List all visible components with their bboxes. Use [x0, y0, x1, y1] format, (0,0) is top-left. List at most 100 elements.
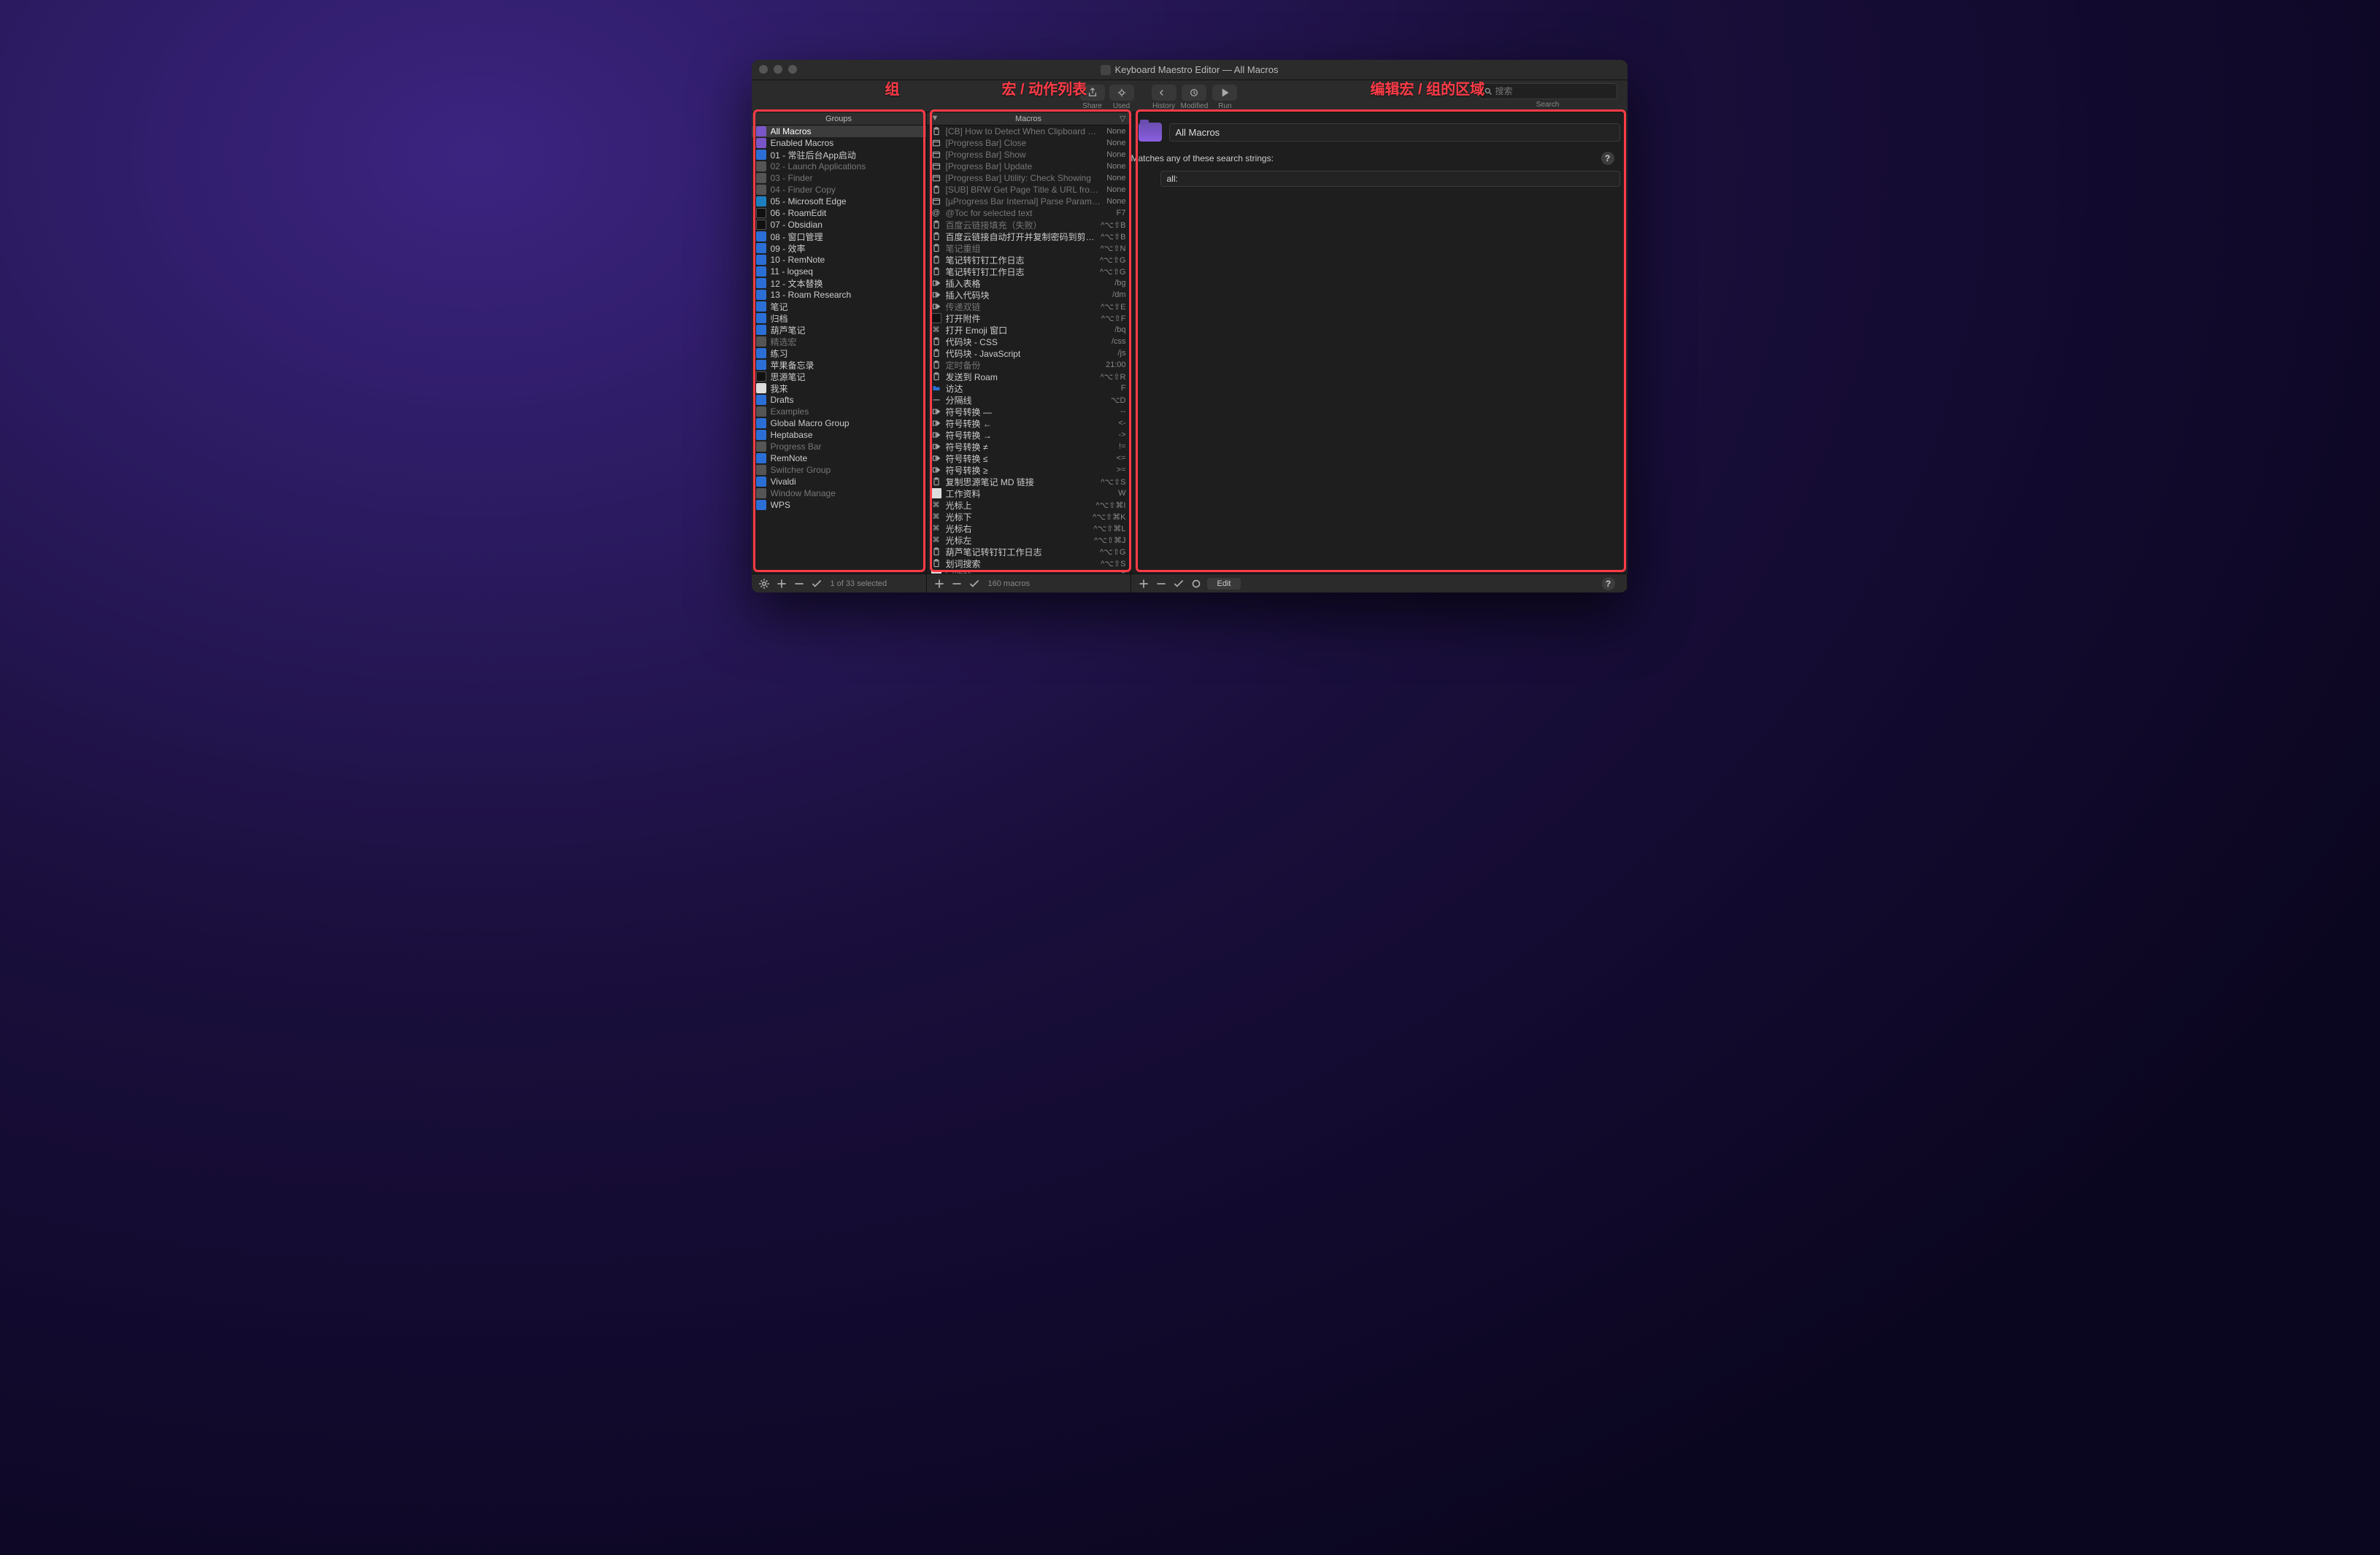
group-item[interactable]: RemNote [752, 452, 926, 464]
group-item[interactable]: 11 - logseq [752, 266, 926, 277]
traffic-lights[interactable] [759, 65, 797, 74]
used-button[interactable]: Used [1109, 85, 1134, 110]
add-action-button[interactable] [1137, 577, 1150, 590]
macro-item[interactable]: 笔记转钉钉工作日志^⌥⇧G [927, 254, 1131, 266]
maximize-window[interactable] [788, 65, 797, 74]
macro-item[interactable]: 定时备份21:00 [927, 359, 1131, 371]
macro-item[interactable]: 符号转换 ←<- [927, 417, 1131, 429]
group-item[interactable]: Heptabase [752, 429, 926, 441]
group-item[interactable]: 12 - 文本替换 [752, 277, 926, 289]
macro-item[interactable]: 分隔线⌥D [927, 394, 1131, 406]
macro-item[interactable]: [µProgress Bar Internal] Parse Parameter… [927, 196, 1131, 207]
group-item[interactable]: WPS [752, 499, 926, 511]
macro-item[interactable]: 符号转换 →-> [927, 429, 1131, 441]
macro-item[interactable]: [CB] How to Detect When Clipboard Has Ch… [927, 126, 1131, 137]
add-group-button[interactable] [775, 577, 788, 590]
group-item[interactable]: 笔记 [752, 301, 926, 312]
edit-button[interactable]: Edit [1207, 578, 1241, 590]
group-item[interactable]: 归档 [752, 312, 926, 324]
macro-item[interactable]: 插入表格/bg [927, 277, 1131, 289]
macro-item[interactable]: 复制思源笔记 MD 链接^⌥⇧S [927, 476, 1131, 487]
macro-item[interactable]: 百度云链接填充（失败）^⌥⇧B [927, 219, 1131, 231]
macro-item[interactable]: ⌘光标左^⌥⇧⌘J [927, 534, 1131, 546]
remove-action-button[interactable] [1155, 577, 1168, 590]
macro-item[interactable]: [Progress Bar] CloseNone [927, 137, 1131, 149]
modified-button[interactable]: Modified [1181, 85, 1209, 110]
group-item[interactable]: 02 - Launch Applications [752, 161, 926, 172]
group-item[interactable]: 06 - RoamEdit [752, 207, 926, 219]
macro-item[interactable]: [Progress Bar] Utility: Check ShowingNon… [927, 172, 1131, 184]
enable-group-toggle[interactable] [810, 577, 823, 590]
enable-macro-toggle[interactable] [968, 577, 981, 590]
groups-list[interactable]: All MacrosEnabled Macros01 - 常驻后台App启动02… [752, 126, 926, 574]
group-item[interactable]: All Macros [752, 126, 926, 137]
macro-item[interactable]: @@Toc for selected textF7 [927, 207, 1131, 219]
help-button[interactable]: ? [1601, 152, 1614, 165]
search-string-field[interactable]: all: [1160, 171, 1620, 187]
macro-item[interactable]: 符号转换 ≠!= [927, 441, 1131, 452]
gear-icon[interactable] [758, 577, 771, 590]
macro-item[interactable]: 符号转换 ≤<= [927, 452, 1131, 464]
group-item[interactable]: 苹果备忘录 [752, 359, 926, 371]
sort-icon[interactable]: ▽ [1120, 114, 1125, 123]
macro-item[interactable]: ⌘光标上^⌥⇧⌘I [927, 499, 1131, 511]
group-item[interactable]: 01 - 常驻后台App启动 [752, 149, 926, 161]
macro-item[interactable]: 插入代码块/dm [927, 289, 1131, 301]
macro-item[interactable]: [Progress Bar] ShowNone [927, 149, 1131, 161]
filter-icon[interactable]: ▼ [931, 114, 939, 123]
group-item[interactable]: Switcher Group [752, 464, 926, 476]
group-item[interactable]: 07 - Obsidian [752, 219, 926, 231]
macro-item[interactable]: 笔记重组^⌥⇧N [927, 242, 1131, 254]
macro-item[interactable]: 符号转换 —-- [927, 406, 1131, 417]
group-item[interactable]: 13 - Roam Research [752, 289, 926, 301]
group-item[interactable]: 葫芦笔记 [752, 324, 926, 336]
enable-action-toggle[interactable] [1172, 577, 1185, 590]
group-item[interactable]: Window Manage [752, 487, 926, 499]
macro-item[interactable]: [Progress Bar] UpdateNone [927, 161, 1131, 172]
group-item[interactable]: 08 - 窗口管理 [752, 231, 926, 242]
group-item[interactable]: 10 - RemNote [752, 254, 926, 266]
group-item[interactable]: Drafts [752, 394, 926, 406]
share-button[interactable]: Share [1080, 85, 1105, 110]
macro-item[interactable]: 代码块 - CSS/css [927, 336, 1131, 347]
macro-item[interactable]: 百度云链接自动打开并复制密码到剪切板^⌥⇧B [927, 231, 1131, 242]
minimize-window[interactable] [774, 65, 782, 74]
macro-item[interactable]: 传递双链^⌥⇧E [927, 301, 1131, 312]
macro-item[interactable]: 划词搜索^⌥⇧S [927, 557, 1131, 569]
record-button[interactable] [1190, 577, 1203, 590]
group-item[interactable]: 精选宏 [752, 336, 926, 347]
group-title-field[interactable]: All Macros [1169, 123, 1620, 142]
macro-item[interactable]: ⌘光标下^⌥⇧⌘K [927, 511, 1131, 522]
macro-item[interactable]: 葫芦笔记转钉钉工作日志^⌥⇧G [927, 546, 1131, 557]
group-item[interactable]: 05 - Microsoft Edge [752, 196, 926, 207]
group-item[interactable]: 我来 [752, 382, 926, 394]
macro-item[interactable]: [SUB] BRW Get Page Title & URL from Safa… [927, 184, 1131, 196]
group-item[interactable]: Examples [752, 406, 926, 417]
macro-item[interactable]: 工作资料W [927, 487, 1131, 499]
group-item[interactable]: 思源笔记 [752, 371, 926, 382]
group-item[interactable]: 03 - Finder [752, 172, 926, 184]
add-macro-button[interactable] [933, 577, 946, 590]
macro-item[interactable]: 笔记转钉钉工作日志^⌥⇧G [927, 266, 1131, 277]
history-button[interactable]: History [1152, 85, 1176, 110]
group-item[interactable]: Enabled Macros [752, 137, 926, 149]
macro-item[interactable]: 访达F [927, 382, 1131, 394]
macro-item[interactable]: 发送到 Roam^⌥⇧R [927, 371, 1131, 382]
group-item[interactable]: 练习 [752, 347, 926, 359]
group-item[interactable]: Global Macro Group [752, 417, 926, 429]
search-input[interactable] [1479, 83, 1617, 99]
group-item[interactable]: 09 - 效率 [752, 242, 926, 254]
macro-item[interactable]: ⌘光标右^⌥⇧⌘L [927, 522, 1131, 534]
macro-item[interactable]: 代码块 - JavaScript/js [927, 347, 1131, 359]
remove-group-button[interactable] [793, 577, 806, 590]
macro-item[interactable]: ⌘打开 Emoji 窗口/bq [927, 324, 1131, 336]
remove-macro-button[interactable] [950, 577, 963, 590]
macros-list[interactable]: [CB] How to Detect When Clipboard Has Ch… [927, 126, 1131, 574]
macro-item[interactable]: 符号转换 ≥>= [927, 464, 1131, 476]
help-button-bottom[interactable]: ? [1602, 577, 1615, 590]
group-item[interactable]: Progress Bar [752, 441, 926, 452]
group-item[interactable]: Vivaldi [752, 476, 926, 487]
group-item[interactable]: 04 - Finder Copy [752, 184, 926, 196]
run-button[interactable]: Run [1212, 85, 1237, 110]
macro-item[interactable]: 打开附件^⌥⇧F [927, 312, 1131, 324]
